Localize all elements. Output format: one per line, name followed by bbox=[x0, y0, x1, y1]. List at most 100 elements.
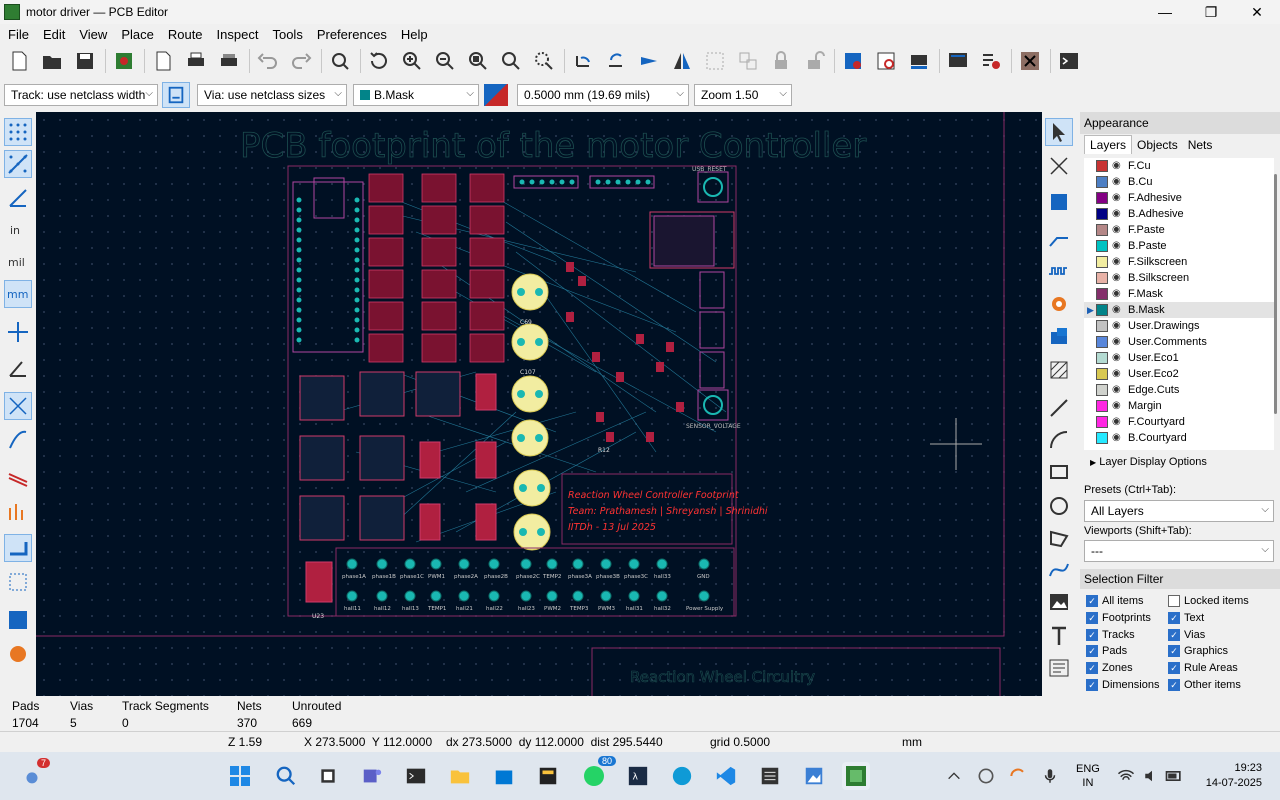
layer-row-f-cu[interactable]: ◉ F.Cu bbox=[1084, 158, 1274, 174]
eye-icon[interactable]: ◉ bbox=[1112, 417, 1124, 427]
layer-row-user-eco2[interactable]: ◉ User.Eco2 bbox=[1084, 366, 1274, 382]
checkbox[interactable] bbox=[1168, 595, 1180, 607]
arduino-icon[interactable]: λ bbox=[624, 762, 652, 790]
terminal-icon[interactable] bbox=[402, 762, 430, 790]
units-inches-icon[interactable]: in bbox=[4, 216, 32, 244]
zone-filled-icon[interactable] bbox=[4, 606, 32, 634]
select-arrow-icon[interactable] bbox=[1045, 118, 1073, 146]
eye-icon[interactable]: ◉ bbox=[1112, 305, 1124, 315]
language-indicator[interactable]: ENG IN bbox=[1076, 762, 1100, 790]
vscode-icon[interactable] bbox=[712, 762, 740, 790]
filter-zones[interactable]: ✓ Zones bbox=[1086, 662, 1133, 675]
eye-icon[interactable]: ◉ bbox=[1112, 369, 1124, 379]
photos-icon[interactable] bbox=[800, 762, 828, 790]
menu-file[interactable]: File bbox=[8, 27, 29, 42]
battery-icon[interactable] bbox=[1160, 762, 1188, 790]
chevron-up-icon[interactable] bbox=[940, 762, 968, 790]
layer-color-swatch[interactable] bbox=[1096, 176, 1108, 188]
layer-list[interactable]: ◉ F.Cu ◉ B.Cu ◉ F.Adhesive ◉ B.Adhesive ◉ F.Paste… bbox=[1084, 158, 1274, 450]
clock[interactable]: 19:23 14-07-2025 bbox=[1202, 761, 1262, 791]
rotate-cw-icon[interactable] bbox=[603, 48, 629, 74]
zoom-selection-icon[interactable] bbox=[531, 48, 557, 74]
filter-dimensions[interactable]: ✓ Dimensions bbox=[1086, 679, 1159, 691]
curved-ratsnest-icon[interactable] bbox=[4, 426, 32, 454]
mirror-icon[interactable] bbox=[669, 48, 695, 74]
maximize-button[interactable]: ❐ bbox=[1188, 0, 1234, 24]
filter-tracks[interactable]: ✓ Tracks bbox=[1086, 628, 1135, 641]
layer-color-swatch[interactable] bbox=[1096, 368, 1108, 380]
layer-pair-icon[interactable] bbox=[484, 84, 508, 106]
minimize-button[interactable]: — bbox=[1142, 0, 1188, 24]
eye-icon[interactable]: ◉ bbox=[1112, 401, 1124, 411]
add-footprint-icon[interactable] bbox=[1045, 188, 1073, 216]
layer-row-f-mask[interactable]: ◉ F.Mask bbox=[1084, 286, 1274, 302]
find-icon[interactable] bbox=[327, 48, 353, 74]
filter-footprints[interactable]: ✓ Footprints bbox=[1086, 611, 1151, 624]
layer-color-swatch[interactable] bbox=[1096, 208, 1108, 220]
layer-display-options-toggle[interactable]: ▶ Layer Display Options bbox=[1090, 456, 1207, 468]
layer-color-swatch[interactable] bbox=[1096, 240, 1108, 252]
layer-row-b-paste[interactable]: ◉ B.Paste bbox=[1084, 238, 1274, 254]
eye-icon[interactable]: ◉ bbox=[1112, 177, 1124, 187]
update-from-schematic-icon[interactable] bbox=[840, 48, 866, 74]
new-board-icon[interactable] bbox=[6, 48, 32, 74]
save-icon[interactable] bbox=[72, 48, 98, 74]
layer-row-f-paste[interactable]: ◉ F.Paste bbox=[1084, 222, 1274, 238]
zoom-objects-icon[interactable] bbox=[498, 48, 524, 74]
checkbox[interactable]: ✓ bbox=[1086, 595, 1098, 607]
microphone-icon[interactable] bbox=[1036, 762, 1064, 790]
unlock-icon[interactable] bbox=[801, 48, 827, 74]
eye-icon[interactable]: ◉ bbox=[1112, 273, 1124, 283]
layer-color-swatch[interactable] bbox=[1096, 320, 1108, 332]
eye-icon[interactable]: ◉ bbox=[1112, 289, 1124, 299]
rotate-ccw-icon[interactable] bbox=[570, 48, 596, 74]
grid-override-icon[interactable] bbox=[4, 150, 32, 178]
units-mm-icon[interactable]: mm bbox=[4, 280, 32, 308]
zoom-out-icon[interactable] bbox=[432, 48, 458, 74]
filter-pads[interactable]: ✓ Pads bbox=[1086, 645, 1127, 658]
scripting-console-icon[interactable] bbox=[1056, 48, 1082, 74]
layer-row-edge-cuts[interactable]: ◉ Edge.Cuts bbox=[1084, 382, 1274, 398]
checkbox[interactable]: ✓ bbox=[1168, 628, 1180, 641]
zoom-in-icon[interactable] bbox=[399, 48, 425, 74]
eye-icon[interactable]: ◉ bbox=[1112, 321, 1124, 331]
tune-length-icon[interactable] bbox=[1045, 258, 1073, 286]
onedrive-icon[interactable] bbox=[972, 762, 1000, 790]
angle-icon[interactable] bbox=[4, 354, 32, 382]
layer-color-swatch[interactable] bbox=[1096, 400, 1108, 412]
menu-place[interactable]: Place bbox=[121, 27, 154, 42]
redo-icon[interactable] bbox=[288, 48, 314, 74]
flip-icon[interactable] bbox=[636, 48, 662, 74]
draw-polygon-icon[interactable] bbox=[1045, 524, 1073, 552]
layer-color-swatch[interactable] bbox=[1096, 432, 1108, 444]
drc-icon[interactable] bbox=[978, 48, 1004, 74]
tab-nets[interactable]: Nets bbox=[1183, 136, 1218, 154]
via-outline-icon[interactable] bbox=[4, 498, 32, 526]
zoom-select[interactable]: Zoom 1.50 ⌵ bbox=[694, 84, 792, 106]
grid-dots-icon[interactable] bbox=[4, 118, 32, 146]
add-zone-icon[interactable] bbox=[1045, 322, 1073, 350]
layer-row-f-silkscreen[interactable]: ◉ F.Silkscreen bbox=[1084, 254, 1274, 270]
layer-color-swatch[interactable] bbox=[1096, 224, 1108, 236]
add-image-icon[interactable] bbox=[1045, 588, 1073, 616]
units-mils-icon[interactable]: mil bbox=[4, 248, 32, 276]
wifi-icon[interactable] bbox=[1112, 762, 1140, 790]
eye-icon[interactable]: ◉ bbox=[1112, 257, 1124, 267]
footprint-editor-icon[interactable] bbox=[873, 48, 899, 74]
layer-row-margin[interactable]: ◉ Margin bbox=[1084, 398, 1274, 414]
layer-color-swatch[interactable] bbox=[1096, 336, 1108, 348]
add-textbox-icon[interactable] bbox=[1045, 654, 1073, 682]
draw-line-icon[interactable] bbox=[1045, 394, 1073, 422]
footprint-browser-icon[interactable] bbox=[906, 48, 932, 74]
lock-icon[interactable] bbox=[768, 48, 794, 74]
layer-color-swatch[interactable] bbox=[1096, 352, 1108, 364]
layer-row-user-eco1[interactable]: ◉ User.Eco1 bbox=[1084, 350, 1274, 366]
layer-color-swatch[interactable] bbox=[1096, 288, 1108, 300]
page-settings-icon[interactable] bbox=[150, 48, 176, 74]
layer-row-b-mask[interactable]: ▶ ◉ B.Mask bbox=[1084, 302, 1274, 318]
draw-bezier-icon[interactable] bbox=[1045, 556, 1073, 584]
track-outline-icon[interactable] bbox=[4, 462, 32, 490]
polar-coords-icon[interactable] bbox=[4, 184, 32, 212]
checkbox[interactable]: ✓ bbox=[1086, 679, 1098, 691]
menu-tools[interactable]: Tools bbox=[272, 27, 302, 42]
